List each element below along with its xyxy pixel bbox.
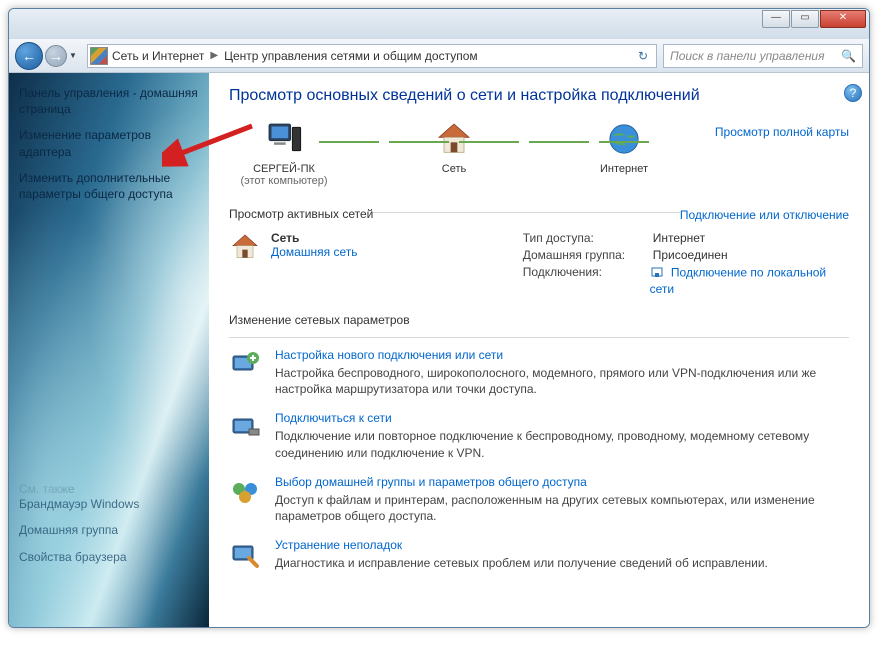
map-node-label: Интернет [569, 163, 679, 175]
sidebar-see-also-header: См. также [19, 482, 199, 496]
task-connect-network[interactable]: Подключиться к сети Подключение или повт… [229, 411, 849, 460]
network-properties: Тип доступа: Интернет Домашняя группа: П… [523, 231, 849, 299]
map-node-internet[interactable]: Интернет [569, 119, 679, 175]
task-title[interactable]: Выбор домашней группы и параметров общег… [275, 475, 849, 489]
active-networks-header: Просмотр активных сетей [229, 207, 373, 225]
change-settings-header: Изменение сетевых параметров [229, 313, 849, 331]
task-title[interactable]: Устранение неполадок [275, 538, 768, 552]
task-desc: Доступ к файлам и принтерам, расположенн… [275, 492, 849, 524]
body: Панель управления - домашняя страница Из… [9, 73, 869, 627]
prop-homegroup-value[interactable]: Присоединен [653, 248, 728, 262]
task-list: Настройка нового подключения или сети На… [229, 348, 849, 571]
task-title[interactable]: Подключиться к сети [275, 411, 849, 425]
map-node-sublabel: (этот компьютер) [229, 175, 339, 187]
prop-access-label: Тип доступа: [523, 231, 653, 245]
map-node-network[interactable]: Сеть [399, 119, 509, 175]
sidebar-browser-props-link[interactable]: Свойства браузера [19, 549, 199, 565]
navigation-bar: ← → ▼ Сеть и Интернет ▶ Центр управления… [9, 39, 869, 73]
sidebar-home-link[interactable]: Панель управления - домашняя страница [19, 85, 199, 117]
control-panel-icon [90, 47, 108, 65]
sidebar-homegroup-link[interactable]: Домашняя группа [19, 522, 199, 538]
nav-forward-button[interactable]: → [45, 45, 67, 67]
troubleshoot-icon [229, 538, 261, 570]
task-homegroup-sharing[interactable]: Выбор домашней группы и параметров общег… [229, 475, 849, 524]
annotation-arrow [162, 118, 262, 168]
titlebar: — ▭ ✕ [9, 9, 869, 39]
network-type-link[interactable]: Домашняя сеть [271, 245, 357, 259]
active-network-block: Сеть Домашняя сеть Тип доступа: Интернет… [229, 231, 849, 299]
control-panel-window: — ▭ ✕ ← → ▼ Сеть и Интернет ▶ Центр упра… [8, 8, 870, 628]
network-map: СЕРГЕЙ-ПК (этот компьютер) Сеть [229, 119, 849, 187]
globe-icon [604, 119, 644, 159]
new-connection-icon [229, 348, 261, 380]
sidebar-firewall-link[interactable]: Брандмауэр Windows [19, 496, 199, 512]
search-icon: 🔍 [841, 49, 856, 63]
prop-homegroup-label: Домашняя группа: [523, 248, 653, 262]
minimize-button[interactable]: — [762, 10, 790, 28]
task-desc: Диагностика и исправление сетевых пробле… [275, 555, 768, 571]
house-icon [229, 231, 261, 263]
map-node-label: Сеть [399, 163, 509, 175]
task-desc: Подключение или повторное подключение к … [275, 428, 849, 460]
content-pane: Просмотр основных сведений о сети и наст… [209, 73, 869, 627]
search-placeholder: Поиск в панели управления [670, 49, 825, 63]
connect-disconnect-link[interactable]: Подключение или отключение [680, 208, 849, 222]
prop-access-value: Интернет [653, 231, 705, 245]
breadcrumb-item[interactable]: Сеть и Интернет [112, 49, 204, 63]
nav-history-dropdown[interactable]: ▼ [69, 51, 81, 60]
refresh-button[interactable]: ↻ [632, 49, 654, 63]
nav-back-button[interactable]: ← [15, 42, 43, 70]
task-troubleshoot[interactable]: Устранение неполадок Диагностика и испра… [229, 538, 849, 571]
prop-connections-label: Подключения: [523, 265, 650, 296]
map-connection-line [319, 141, 649, 143]
help-icon[interactable]: ? [844, 84, 862, 102]
task-title[interactable]: Настройка нового подключения или сети [275, 348, 849, 362]
close-button[interactable]: ✕ [820, 10, 866, 28]
full-map-link[interactable]: Просмотр полной карты [715, 125, 849, 139]
homegroup-icon [229, 475, 261, 507]
sidebar-advanced-sharing[interactable]: Изменить дополнительные параметры общего… [19, 170, 199, 202]
page-title: Просмотр основных сведений о сети и наст… [229, 87, 849, 105]
address-bar[interactable]: Сеть и Интернет ▶ Центр управления сетям… [87, 44, 657, 68]
breadcrumb-item[interactable]: Центр управления сетями и общим доступом [224, 49, 478, 63]
prop-connection-link[interactable]: Подключение по локальной сети [650, 266, 827, 296]
computer-icon [264, 119, 304, 159]
ethernet-icon [650, 265, 664, 282]
task-new-connection[interactable]: Настройка нового подключения или сети На… [229, 348, 849, 397]
breadcrumb-separator: ▶ [210, 50, 218, 61]
house-icon [434, 119, 474, 159]
connect-network-icon [229, 411, 261, 443]
network-name: Сеть [271, 231, 357, 245]
maximize-button[interactable]: ▭ [791, 10, 819, 28]
task-desc: Настройка беспроводного, широкополосного… [275, 365, 849, 397]
search-input[interactable]: Поиск в панели управления 🔍 [663, 44, 863, 68]
